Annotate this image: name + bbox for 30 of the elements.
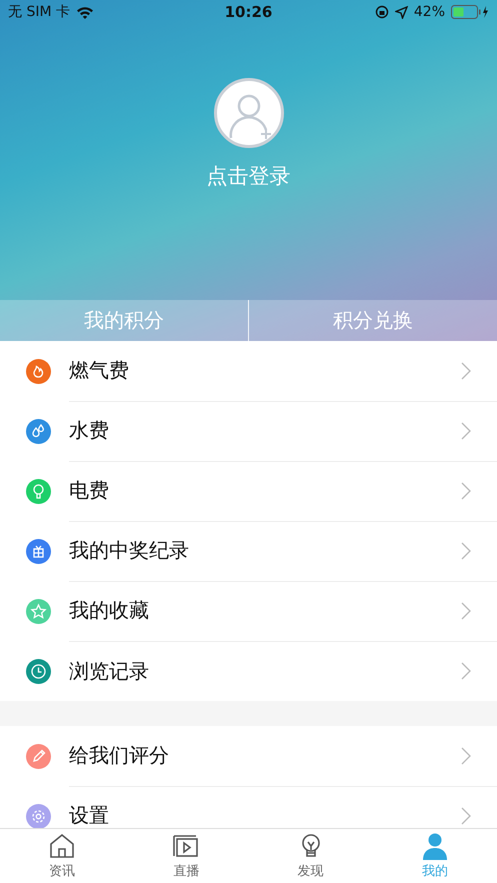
tab-bar-item[interactable]: 直播 [124,829,248,883]
avatar-icon[interactable] [214,78,284,148]
tab-bar-item[interactable]: 资讯 [0,829,124,883]
chevron-right-icon [461,806,471,824]
menu-item[interactable]: 设置 [69,802,461,828]
menu-item[interactable]: 我的中奖纪录 [69,537,461,564]
chevron-right-icon [461,746,471,764]
battery-percent: 42% [414,4,445,20]
chevron-right-icon [461,662,471,680]
battery-icon [451,5,489,19]
location-icon [394,6,408,18]
rotation-lock-icon [374,5,389,19]
menu-item[interactable]: 燃气费 [69,357,461,384]
chevron-right-icon [461,362,471,380]
carrier-text: 无 SIM 卡 [8,3,70,21]
menu-item[interactable]: 电费 [69,477,461,504]
menu-item[interactable]: 我的收藏 [69,597,461,624]
home-icon [48,832,76,860]
menu-item[interactable]: 浏览记录 [69,658,461,684]
video-icon [172,832,200,860]
chevron-right-icon [461,422,471,440]
menu-item[interactable]: 给我们评分 [69,742,461,769]
chevron-right-icon [461,542,471,560]
menu-item[interactable]: 水费 [69,417,461,444]
chevron-right-icon [461,602,471,620]
chevron-right-icon [461,482,471,500]
clock-text: 10:26 [224,3,272,21]
wifi-icon [76,6,94,18]
tab-bar-item[interactable]: 发现 [248,829,373,883]
person-icon [420,832,449,860]
